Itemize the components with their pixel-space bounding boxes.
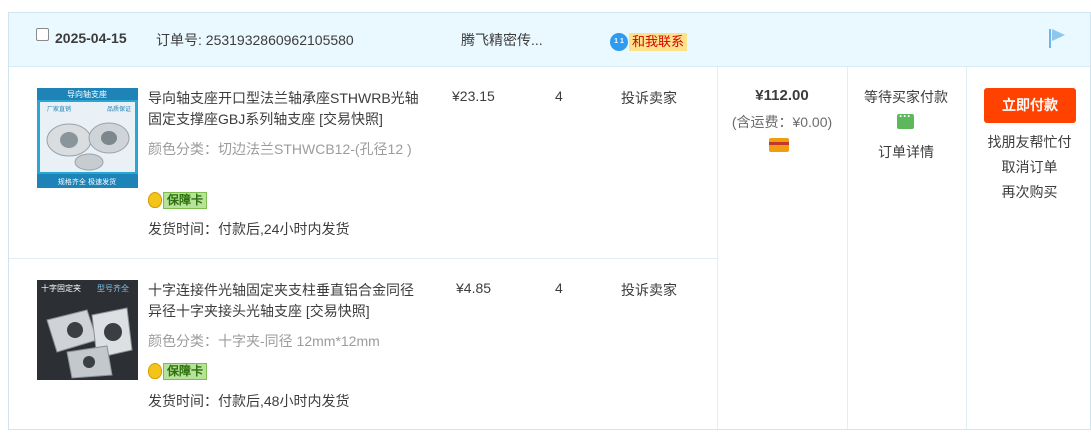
order-card: 2025-04-15 订单号: 2531932860962105580 腾飞精密… xyxy=(8,12,1091,430)
shop-name-link[interactable]: 腾飞精密传... xyxy=(461,30,543,50)
product-image[interactable]: 导向轴支座 厂家直销 品质保证 规格齐全 极速发货 xyxy=(37,88,138,188)
order-date: 2025-04-15 xyxy=(55,30,127,46)
guarantee-icon xyxy=(148,192,162,208)
credit-card-icon[interactable] xyxy=(769,138,789,152)
product-spec: 颜色分类：切边法兰STHWCB12-(孔径12 ) xyxy=(148,141,412,157)
chat-bubble-icon: 1 1 xyxy=(610,33,628,51)
guarantee-card-badge[interactable]: 保障卡 xyxy=(148,190,208,210)
order-detail-link[interactable]: 订单详情 xyxy=(847,142,965,162)
complain-seller-link[interactable]: 投诉卖家 xyxy=(621,88,677,108)
friend-pay-link[interactable]: 找朋友帮忙付 xyxy=(967,132,1091,152)
order-number: 订单号: 2531932860962105580 xyxy=(156,32,354,48)
order-select-checkbox[interactable] xyxy=(36,28,49,41)
contact-seller-button[interactable]: 1 1 和我联系 xyxy=(610,32,688,52)
guarantee-label: 保障卡 xyxy=(163,191,208,209)
pay-now-button[interactable]: 立即付款 xyxy=(984,88,1076,123)
shipping-time: 发货时间：付款后,24小时内发货 xyxy=(148,221,350,237)
unit-price: ¥23.15 xyxy=(452,88,495,104)
guarantee-icon xyxy=(148,363,162,379)
thumb2-tr-label: 型号齐全 xyxy=(97,283,129,293)
thumb1-bottom-label: 规格齐全 极速发货 xyxy=(58,177,116,186)
contact-seller-label: 和我联系 xyxy=(629,33,688,51)
quantity: 4 xyxy=(555,88,563,104)
thumb1-top-label: 导向轴支座 xyxy=(67,89,107,99)
product-image[interactable]: 十字固定夹 型号齐全 xyxy=(37,280,138,380)
rebuy-link[interactable]: 再次购买 xyxy=(967,182,1091,202)
thumb1-right-label: 品质保证 xyxy=(107,105,131,113)
flag-icon[interactable] xyxy=(1047,27,1067,49)
order-header: 2025-04-15 订单号: 2531932860962105580 腾飞精密… xyxy=(9,13,1090,67)
product-spec: 颜色分类：十字夹-同径 12mm*12mm xyxy=(148,333,380,349)
shipping-time: 发货时间：付款后,48小时内发货 xyxy=(148,393,350,409)
row-divider xyxy=(9,258,717,259)
thumb1-left-label: 厂家直销 xyxy=(47,105,71,113)
cancel-order-link[interactable]: 取消订单 xyxy=(967,157,1091,177)
unit-price: ¥4.85 xyxy=(456,280,492,296)
thumb2-tl-label: 十字固定夹 xyxy=(41,283,81,293)
quantity: 4 xyxy=(555,280,563,296)
guarantee-label: 保障卡 xyxy=(163,362,208,380)
column-divider xyxy=(966,67,967,429)
complain-seller-link[interactable]: 投诉卖家 xyxy=(621,280,677,300)
order-status: 等待买家付款 xyxy=(864,89,948,105)
product-title[interactable]: 导向轴支座开口型法兰轴承座STHWRB光轴固定支撑座GBJ系列轴支座 [交易快照… xyxy=(148,88,423,130)
guarantee-card-badge[interactable]: 保障卡 xyxy=(148,361,208,381)
column-divider xyxy=(847,67,848,429)
chat-icon[interactable] xyxy=(897,109,914,129)
shipping-fee: (含运费：¥0.00) xyxy=(731,114,833,130)
order-total: ¥112.00 xyxy=(755,87,809,104)
product-title[interactable]: 十字连接件光轴固定夹支柱垂直铝合金同径异径十字夹接头光轴支座 [交易快照] xyxy=(148,280,423,322)
